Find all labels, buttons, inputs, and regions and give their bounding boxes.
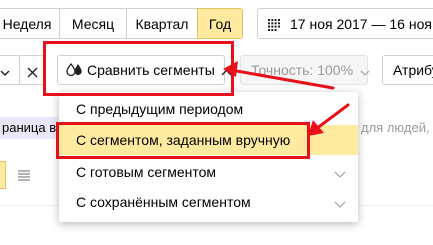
annotation-arrow-bottom <box>308 103 350 136</box>
annotation-arrows <box>223 61 350 136</box>
annotation-arrow-top <box>223 61 335 90</box>
